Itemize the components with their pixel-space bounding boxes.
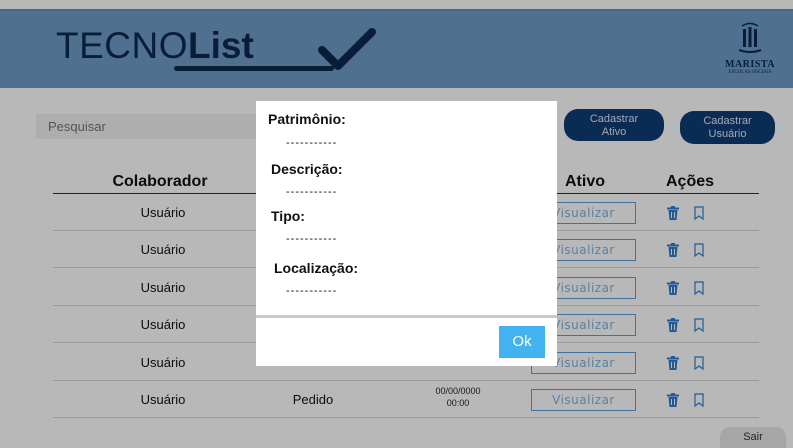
ok-button[interactable]: Ok bbox=[499, 326, 545, 358]
patrimonio-value: ----------- bbox=[286, 137, 338, 149]
tipo-label: Tipo: bbox=[271, 208, 305, 224]
localizacao-label: Localização: bbox=[274, 260, 359, 276]
descricao-label: Descrição: bbox=[271, 161, 343, 177]
localizacao-value: ----------- bbox=[286, 285, 338, 297]
tipo-value: ----------- bbox=[286, 233, 338, 245]
modal-footer-divider bbox=[256, 315, 557, 318]
descricao-value: ----------- bbox=[286, 186, 338, 198]
patrimonio-label: Patrimônio: bbox=[268, 111, 346, 127]
asset-details-modal: Patrimônio: ----------- Descrição: -----… bbox=[256, 101, 557, 366]
